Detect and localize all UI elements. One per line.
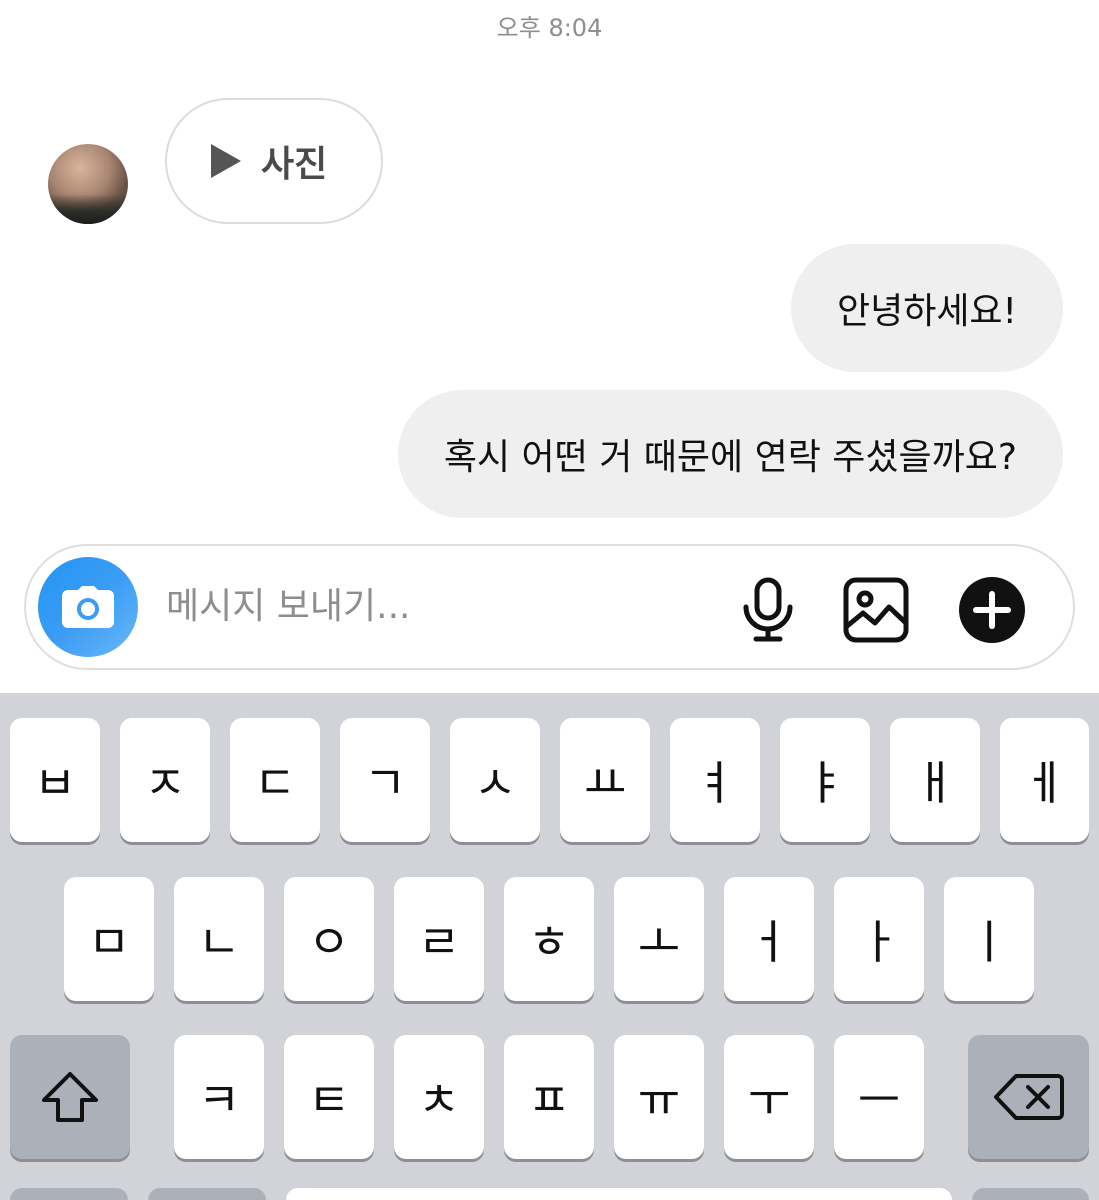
key[interactable]: ㅏ (834, 877, 924, 1001)
camera-button[interactable] (38, 557, 138, 657)
key[interactable]: ㅡ (834, 1035, 924, 1159)
key[interactable]: ㄹ (394, 877, 484, 1001)
key[interactable]: ㅎ (504, 877, 594, 1001)
key[interactable]: ㅁ (64, 877, 154, 1001)
sent-message[interactable]: 혹시 어떤 거 때문에 연락 주셨을까요? (397, 390, 1063, 518)
camera-icon (62, 586, 114, 628)
dm-screen: { "chat": { "timestamp": "오후 8:04", "voi… (0, 0, 1099, 1200)
key[interactable]: ㅑ (780, 718, 870, 842)
key[interactable]: ㅇ (284, 877, 374, 1001)
backspace-icon (993, 1074, 1064, 1120)
voice-message-bubble[interactable]: 사진 (165, 98, 383, 224)
key[interactable]: ㄴ (174, 877, 264, 1001)
key[interactable]: ㅗ (614, 877, 704, 1001)
keyboard-bottom-key[interactable] (10, 1188, 128, 1200)
key[interactable]: ㅔ (1000, 718, 1089, 842)
space-key[interactable] (286, 1188, 952, 1200)
key[interactable]: ㄷ (230, 718, 320, 842)
gallery-icon[interactable] (840, 574, 912, 646)
keyboard-bottom-key[interactable] (148, 1188, 266, 1200)
key[interactable]: ㅌ (284, 1035, 374, 1159)
key[interactable]: ㅜ (724, 1035, 814, 1159)
key[interactable]: ㅊ (394, 1035, 484, 1159)
key[interactable]: ㅛ (560, 718, 650, 842)
backspace-key[interactable] (968, 1035, 1089, 1159)
key[interactable]: ㅋ (174, 1035, 264, 1159)
key[interactable]: ㅈ (120, 718, 210, 842)
message-input[interactable] (166, 576, 726, 636)
message-composer (24, 544, 1075, 670)
key[interactable]: ㅅ (450, 718, 540, 842)
key[interactable]: ㅕ (670, 718, 760, 842)
key[interactable]: ㅣ (944, 877, 1034, 1001)
microphone-icon[interactable] (732, 574, 804, 646)
play-icon[interactable] (211, 144, 241, 178)
key[interactable]: ㅂ (10, 718, 100, 842)
shift-key[interactable] (10, 1035, 130, 1159)
plus-icon[interactable] (956, 574, 1028, 646)
key[interactable]: ㅓ (724, 877, 814, 1001)
key[interactable]: ㅠ (614, 1035, 704, 1159)
avatar[interactable] (48, 144, 128, 224)
keyboard: ㅂ ㅈ ㄷ ㄱ ㅅ ㅛ ㅕ ㅑ ㅐ ㅔ ㅁ ㄴ ㅇ ㄹ ㅎ ㅗ ㅓ ㅏ ㅣ ㅋ … (0, 693, 1099, 1200)
voice-message-label: 사진 (261, 144, 328, 185)
key[interactable]: ㄱ (340, 718, 430, 842)
sent-message[interactable]: 안녕하세요! (790, 244, 1063, 372)
key[interactable]: ㅐ (890, 718, 980, 842)
shift-icon (42, 1072, 98, 1122)
keyboard-bottom-key[interactable] (972, 1188, 1089, 1200)
message-timestamp: 오후 8:04 (496, 14, 603, 42)
key[interactable]: ㅍ (504, 1035, 594, 1159)
